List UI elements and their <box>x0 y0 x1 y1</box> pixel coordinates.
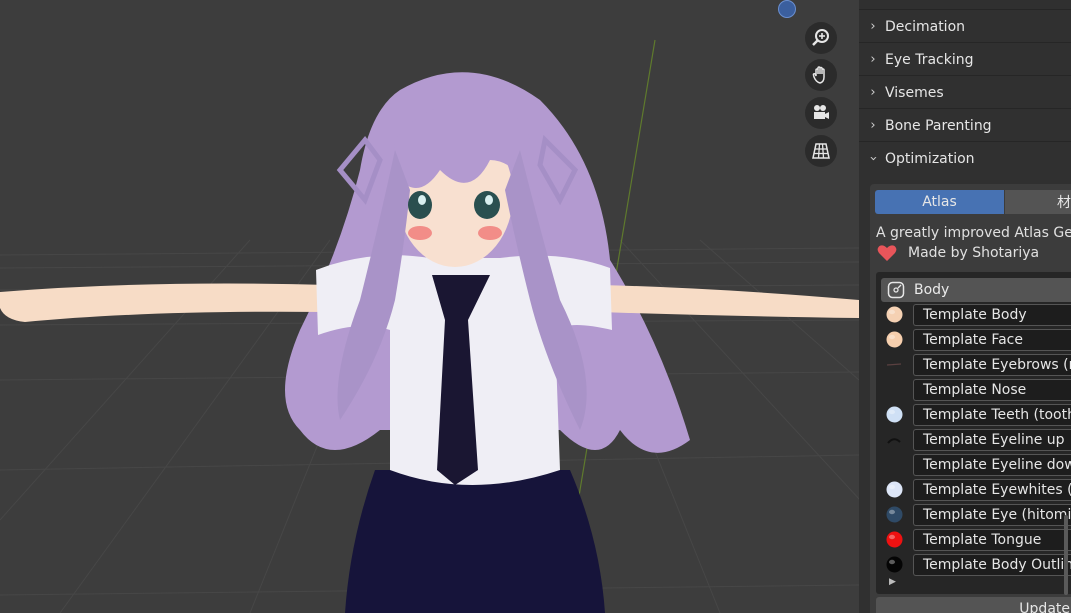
material-name-field[interactable]: Template Eye (hitomi) <box>913 503 1071 526</box>
skin-sphere-icon <box>885 306 903 324</box>
mesh-object-icon <box>887 281 905 299</box>
atlas-description: A greatly improved Atlas Gene <box>876 225 1071 241</box>
empty-icon <box>885 456 903 474</box>
chevron-down-icon: › <box>865 155 881 162</box>
section-visemes[interactable]: › Visemes <box>861 77 1071 108</box>
chevron-right-icon: › <box>870 85 876 100</box>
section-label: Eye Tracking <box>885 51 974 68</box>
eyewhite-sphere-icon <box>885 481 903 499</box>
material-name-field[interactable]: Template Body <box>913 303 1071 326</box>
update-button[interactable]: Update <box>876 597 1071 613</box>
material-row[interactable]: Template Body <box>885 302 1071 327</box>
tab-material[interactable]: 材 <box>1005 190 1071 214</box>
list-scrollbar[interactable] <box>1064 515 1068 595</box>
empty-icon <box>885 381 903 399</box>
outline-sphere-icon <box>885 556 903 574</box>
material-row[interactable]: Template Eye (hitomi) <box>885 502 1071 527</box>
skin-sphere-icon <box>885 331 903 349</box>
3d-viewport[interactable] <box>0 0 859 613</box>
chevron-right-icon: › <box>870 52 876 67</box>
material-row[interactable]: Template Face <box>885 327 1071 352</box>
scene-render <box>0 39 859 613</box>
object-name: Body <box>914 282 950 298</box>
tab-atlas[interactable]: Atlas <box>875 190 1004 214</box>
material-name-field[interactable]: Template Teeth (tooth) <box>913 403 1071 426</box>
grid-ortho-icon[interactable] <box>805 135 837 167</box>
material-name-field[interactable]: Template Eyeline up <box>913 428 1071 451</box>
material-row[interactable]: Template Eyewhites (si <box>885 477 1071 502</box>
eyebrow-icon <box>885 356 903 374</box>
material-row[interactable]: Template Eyeline up <box>885 427 1071 452</box>
material-row[interactable]: Template Teeth (tooth) <box>885 402 1071 427</box>
eyeline-icon <box>885 431 903 449</box>
material-name-field[interactable]: Template Nose <box>913 378 1071 401</box>
properties-panel: › Decimation › Eye Tracking › Visemes › … <box>859 0 1071 613</box>
hand-pan-icon[interactable] <box>805 59 837 91</box>
material-name-field[interactable]: Template Body Outlin <box>913 553 1071 576</box>
material-row[interactable]: Template Eyebrows (m <box>885 352 1071 377</box>
object-row-body[interactable]: Body <box>881 278 1071 302</box>
material-name-field[interactable]: Template Eyeline down <box>913 453 1071 476</box>
section-eye-tracking[interactable]: › Eye Tracking <box>861 44 1071 75</box>
section-bone-parenting[interactable]: › Bone Parenting <box>861 110 1071 141</box>
section-optimization[interactable]: › Optimization <box>861 143 1071 174</box>
axis-gizmo[interactable] <box>778 0 796 18</box>
section-label: Bone Parenting <box>885 117 992 134</box>
section-decimation[interactable]: › Decimation <box>861 11 1071 42</box>
material-name-field[interactable]: Template Face <box>913 328 1071 351</box>
heart-icon <box>877 245 897 261</box>
teeth-sphere-icon <box>885 406 903 424</box>
camera-icon[interactable] <box>805 97 837 129</box>
material-row[interactable]: Template Body Outlin <box>885 552 1071 577</box>
section-label: Visemes <box>885 84 944 101</box>
section-label: Decimation <box>885 18 966 35</box>
chevron-right-icon: › <box>870 118 876 133</box>
zoom-icon[interactable] <box>805 22 837 54</box>
section-label: Optimization <box>885 150 975 167</box>
material-name-field[interactable]: Template Eyebrows (m <box>913 353 1071 376</box>
material-row[interactable]: Template Tongue <box>885 527 1071 552</box>
material-name-field[interactable]: Template Eyewhites (si <box>913 478 1071 501</box>
material-row[interactable]: Template Nose <box>885 377 1071 402</box>
eye-sphere-icon <box>885 506 903 524</box>
optimization-tabs: Atlas 材 <box>875 190 1071 214</box>
material-row[interactable]: Template Eyeline down <box>885 452 1071 477</box>
material-name-field[interactable]: Template Tongue <box>913 528 1071 551</box>
chevron-right-icon: › <box>870 19 876 34</box>
tongue-sphere-icon <box>885 531 903 549</box>
author-credit: Made by Shotariya <box>908 245 1040 261</box>
expand-triangle-icon[interactable]: ▶ <box>889 577 896 587</box>
